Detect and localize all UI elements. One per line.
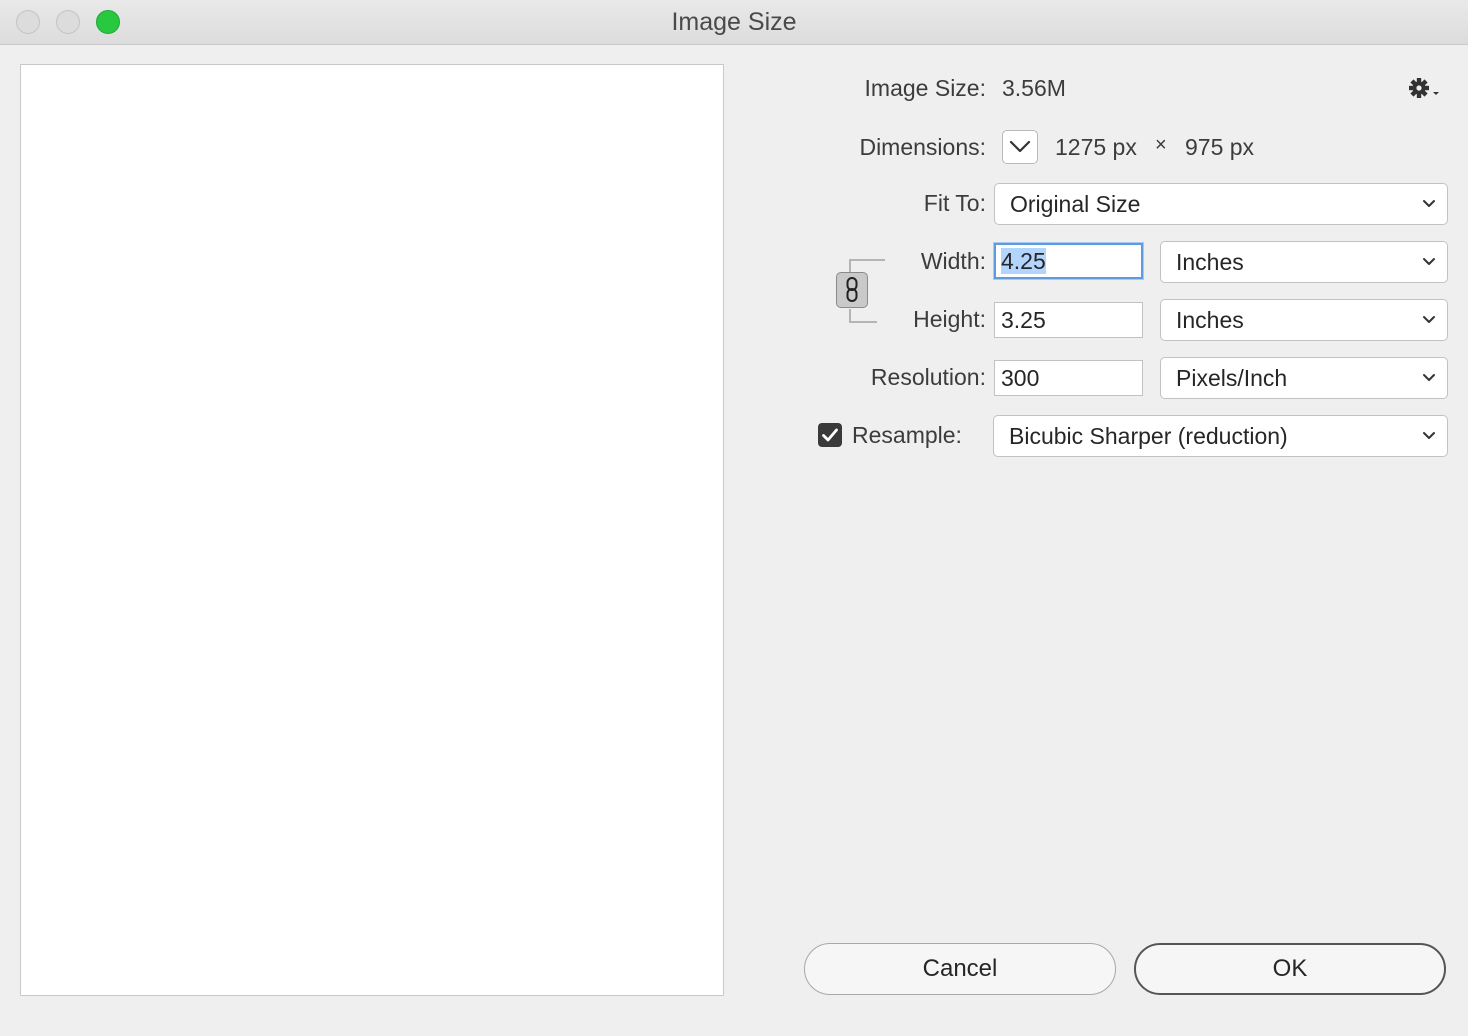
resample-checkbox[interactable] xyxy=(818,423,842,447)
dimensions-label: Dimensions: xyxy=(859,134,986,160)
resample-method-value: Bicubic Sharper (reduction) xyxy=(1009,423,1288,449)
cancel-button[interactable]: Cancel xyxy=(804,943,1116,995)
resolution-value: 300 xyxy=(1001,365,1040,391)
resample-method-select[interactable]: Bicubic Sharper (reduction) xyxy=(993,415,1448,457)
resample-label: Resample: xyxy=(852,422,962,448)
pixel-width-value: 1275 px xyxy=(1055,134,1137,160)
times-symbol: × xyxy=(1155,134,1167,156)
height-input[interactable]: 3.25 xyxy=(994,302,1143,338)
width-input[interactable]: 4.25 xyxy=(994,243,1143,279)
height-label: Height: xyxy=(913,306,986,332)
chevron-down-icon xyxy=(1009,140,1031,153)
gear-icon[interactable] xyxy=(1406,74,1442,102)
image-preview[interactable] xyxy=(20,64,724,996)
constrain-proportions-button[interactable] xyxy=(836,272,868,308)
chevron-down-icon xyxy=(1423,316,1435,323)
pixel-height-value: 975 px xyxy=(1185,134,1255,160)
ok-button[interactable]: OK xyxy=(1134,943,1446,995)
chevron-down-icon xyxy=(1423,432,1435,439)
height-value: 3.25 xyxy=(1001,307,1046,333)
resolution-input[interactable]: 300 xyxy=(994,360,1143,396)
fit-to-select[interactable]: Original Size xyxy=(994,183,1448,225)
image-size-label: Image Size: xyxy=(864,75,986,101)
title-bar: Image Size xyxy=(0,0,1468,45)
width-unit-value: Inches xyxy=(1176,249,1244,275)
chain-link-icon xyxy=(846,277,858,302)
dimensions-units-button[interactable] xyxy=(1002,130,1038,164)
chevron-down-icon xyxy=(1423,374,1435,381)
chevron-down-icon xyxy=(1423,258,1435,265)
width-label: Width: xyxy=(920,248,986,274)
resolution-label: Resolution: xyxy=(870,364,986,390)
height-unit-select[interactable]: Inches xyxy=(1160,299,1448,341)
resolution-unit-select[interactable]: Pixels/Inch xyxy=(1160,357,1448,399)
width-value: 4.25 xyxy=(1001,248,1046,274)
link-bracket-bottom xyxy=(849,309,877,323)
fit-to-value: Original Size xyxy=(1010,191,1141,217)
window-title: Image Size xyxy=(671,8,797,36)
image-size-value: 3.56M xyxy=(1002,75,1066,101)
chevron-down-icon xyxy=(1423,200,1435,207)
fit-to-label: Fit To: xyxy=(923,190,986,216)
width-unit-select[interactable]: Inches xyxy=(1160,241,1448,283)
height-unit-value: Inches xyxy=(1176,307,1244,333)
image-size-dialog: Image Size Image Size: 3.56M Dimensions:… xyxy=(0,0,1468,1036)
checkmark-icon xyxy=(822,428,838,442)
resolution-unit-value: Pixels/Inch xyxy=(1176,365,1288,391)
